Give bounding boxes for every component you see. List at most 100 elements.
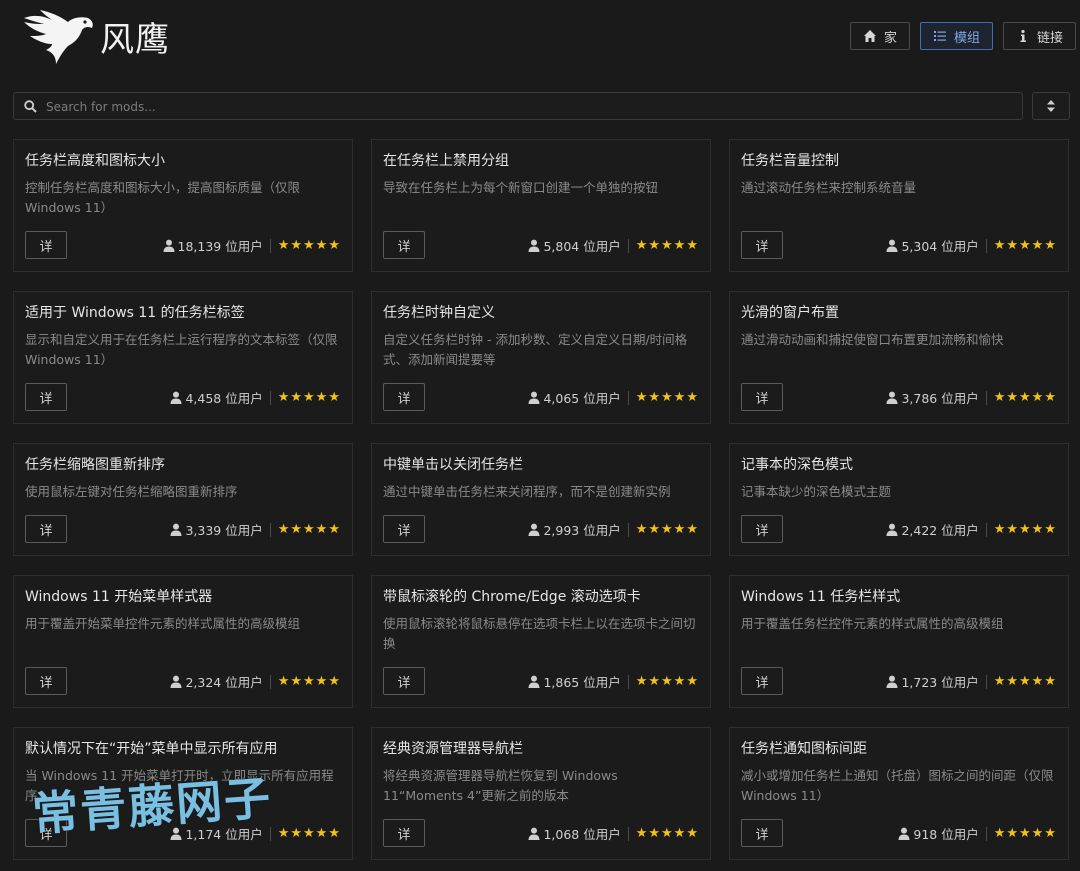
mod-title[interactable]: 在任务栏上禁用分组: [383, 150, 509, 170]
user-count: 3,339 位用户: [185, 523, 263, 538]
header: 风鹰 家 模组 链接: [0, 0, 1080, 80]
mod-title[interactable]: 任务栏高度和图标大小: [25, 150, 165, 170]
mod-description: 使用鼠标左键对任务栏缩略图重新排序: [25, 484, 238, 499]
brand-name[interactable]: 风鹰: [100, 12, 170, 61]
mod-description: 将经典资源管理器导航栏恢复到 Windows 11“Moments 4”更新之前…: [383, 768, 618, 803]
user-count: 2,422 位用户: [901, 523, 979, 538]
mod-stats: 2,422 位用户 ★★★★★: [886, 520, 1057, 539]
mod-card[interactable]: 在任务栏上禁用分组 导致在任务栏上为每个新窗口创建一个单独的按钮 详 5,804…: [371, 139, 711, 272]
user-count: 18,139 位用户: [177, 239, 263, 254]
mod-title[interactable]: 带鼠标滚轮的 Chrome/Edge 滚动选项卡: [383, 586, 641, 606]
mod-stats: 1,068 位用户 ★★★★★: [528, 824, 699, 843]
divider: [985, 390, 987, 405]
mod-description: 通过滚动任务栏来控制系统音量: [741, 180, 917, 195]
mod-card[interactable]: 任务栏通知图标间距 减小或增加任务栏上通知（托盘）图标之间的间距（仅限 Wind…: [729, 727, 1069, 860]
mod-title[interactable]: 任务栏音量控制: [741, 150, 839, 170]
user-icon: [528, 391, 540, 404]
nav-links-label: 链接: [1036, 30, 1063, 46]
mod-title[interactable]: 记事本的深色模式: [741, 454, 853, 474]
sort-button[interactable]: [1032, 92, 1070, 120]
user-icon: [886, 391, 898, 404]
user-icon: [170, 391, 182, 404]
nav-links-button[interactable]: 链接: [1002, 22, 1076, 50]
divider: [627, 674, 629, 689]
rating-stars: ★★★★★: [277, 674, 341, 689]
mod-description: 记事本缺少的深色模式主题: [741, 484, 892, 499]
mod-card[interactable]: 中键单击以关闭任务栏 通过中键单击任务栏来关闭程序，而不是创建新实例 详 2,9…: [371, 443, 711, 556]
user-icon: [528, 239, 540, 252]
details-button[interactable]: 详: [741, 383, 783, 411]
nav-mods-label: 模组: [953, 30, 980, 46]
user-icon: [898, 827, 910, 840]
details-button[interactable]: 详: [25, 667, 67, 695]
user-icon: [170, 523, 182, 536]
mod-title[interactable]: 任务栏通知图标间距: [741, 738, 867, 758]
details-button[interactable]: 详: [383, 819, 425, 847]
nav-home-button[interactable]: 家: [849, 22, 910, 50]
mod-title[interactable]: 适用于 Windows 11 的任务栏标签: [25, 302, 245, 322]
mod-stats: 2,324 位用户 ★★★★★: [170, 672, 341, 691]
user-icon: [886, 239, 898, 252]
details-button[interactable]: 详: [383, 515, 425, 543]
mod-card[interactable]: 任务栏缩略图重新排序 使用鼠标左键对任务栏缩略图重新排序 详 3,339 位用户…: [13, 443, 353, 556]
user-count: 918 位用户: [913, 827, 979, 842]
details-button[interactable]: 详: [741, 819, 783, 847]
eagle-logo-icon[interactable]: [22, 10, 94, 66]
user-icon: [528, 675, 540, 688]
rating-stars: ★★★★★: [993, 390, 1057, 405]
rating-stars: ★★★★★: [635, 238, 699, 253]
mod-title[interactable]: 光滑的窗户布置: [741, 302, 839, 322]
mod-description: 导致在任务栏上为每个新窗口创建一个单独的按钮: [383, 180, 659, 195]
mod-card[interactable]: 光滑的窗户布置 通过滑动动画和捕捉使窗口布置更加流畅和愉快 详 3,786 位用…: [729, 291, 1069, 424]
search-bar: [13, 92, 1023, 120]
rating-stars: ★★★★★: [277, 390, 341, 405]
divider: [985, 826, 987, 841]
rating-stars: ★★★★★: [993, 826, 1057, 841]
mod-title[interactable]: 默认情况下在“开始”菜单中显示所有应用: [25, 738, 278, 758]
details-button[interactable]: 详: [741, 667, 783, 695]
mod-stats: 5,804 位用户 ★★★★★: [528, 236, 699, 255]
details-button[interactable]: 详: [25, 383, 67, 411]
search-input[interactable]: [44, 97, 1008, 117]
details-button[interactable]: 详: [383, 231, 425, 259]
user-icon: [528, 523, 540, 536]
divider: [985, 238, 987, 253]
mod-card[interactable]: 任务栏高度和图标大小 控制任务栏高度和图标大小，提高图标质量（仅限Windows…: [13, 139, 353, 272]
top-nav: 家 模组 链接: [849, 22, 1076, 50]
details-button[interactable]: 详: [25, 231, 67, 259]
sort-icon: [1047, 100, 1055, 112]
details-button[interactable]: 详: [383, 667, 425, 695]
details-button[interactable]: 详: [25, 515, 67, 543]
nav-mods-button[interactable]: 模组: [919, 22, 993, 50]
user-count: 5,804 位用户: [543, 239, 621, 254]
divider: [269, 826, 271, 841]
mod-title[interactable]: Windows 11 开始菜单样式器: [25, 586, 212, 606]
mod-card[interactable]: 任务栏音量控制 通过滚动任务栏来控制系统音量 详 5,304 位用户 ★★★★★: [729, 139, 1069, 272]
mod-title[interactable]: 任务栏缩略图重新排序: [25, 454, 165, 474]
mod-card[interactable]: 适用于 Windows 11 的任务栏标签 显示和自定义用于在任务栏上运行程序的…: [13, 291, 353, 424]
mod-card[interactable]: Windows 11 开始菜单样式器 用于覆盖开始菜单控件元素的样式属性的高级模…: [13, 575, 353, 708]
mod-description: 通过滑动动画和捕捉使窗口布置更加流畅和愉快: [741, 332, 1004, 347]
details-button[interactable]: 详: [741, 231, 783, 259]
mod-title[interactable]: Windows 11 任务栏样式: [741, 586, 900, 606]
details-button[interactable]: 详: [741, 515, 783, 543]
mod-card[interactable]: 经典资源管理器导航栏 将经典资源管理器导航栏恢复到 Windows 11“Mom…: [371, 727, 711, 860]
mod-stats: 5,304 位用户 ★★★★★: [886, 236, 1057, 255]
mod-title[interactable]: 中键单击以关闭任务栏: [383, 454, 523, 474]
mod-card[interactable]: 记事本的深色模式 记事本缺少的深色模式主题 详 2,422 位用户 ★★★★★: [729, 443, 1069, 556]
user-icon: [528, 827, 540, 840]
divider: [985, 522, 987, 537]
rating-stars: ★★★★★: [993, 238, 1057, 253]
details-button[interactable]: 详: [383, 383, 425, 411]
mod-card[interactable]: 任务栏时钟自定义 自定义任务栏时钟 - 添加秒数、定义自定义日期/时间格式、添加…: [371, 291, 711, 424]
user-icon: [886, 675, 898, 688]
user-icon: [163, 239, 174, 252]
mod-stats: 3,786 位用户 ★★★★★: [886, 388, 1057, 407]
mod-stats: 4,065 位用户 ★★★★★: [528, 388, 699, 407]
mod-description: 减小或增加任务栏上通知（托盘）图标之间的间距（仅限 Windows 11）: [741, 768, 1054, 803]
mod-card[interactable]: Windows 11 任务栏样式 用于覆盖任务栏控件元素的样式属性的高级模组 详…: [729, 575, 1069, 708]
mod-title[interactable]: 经典资源管理器导航栏: [383, 738, 523, 758]
mod-stats: 3,339 位用户 ★★★★★: [170, 520, 341, 539]
mod-card[interactable]: 带鼠标滚轮的 Chrome/Edge 滚动选项卡 使用鼠标滚轮将鼠标悬停在选项卡…: [371, 575, 711, 708]
mod-title[interactable]: 任务栏时钟自定义: [383, 302, 495, 322]
